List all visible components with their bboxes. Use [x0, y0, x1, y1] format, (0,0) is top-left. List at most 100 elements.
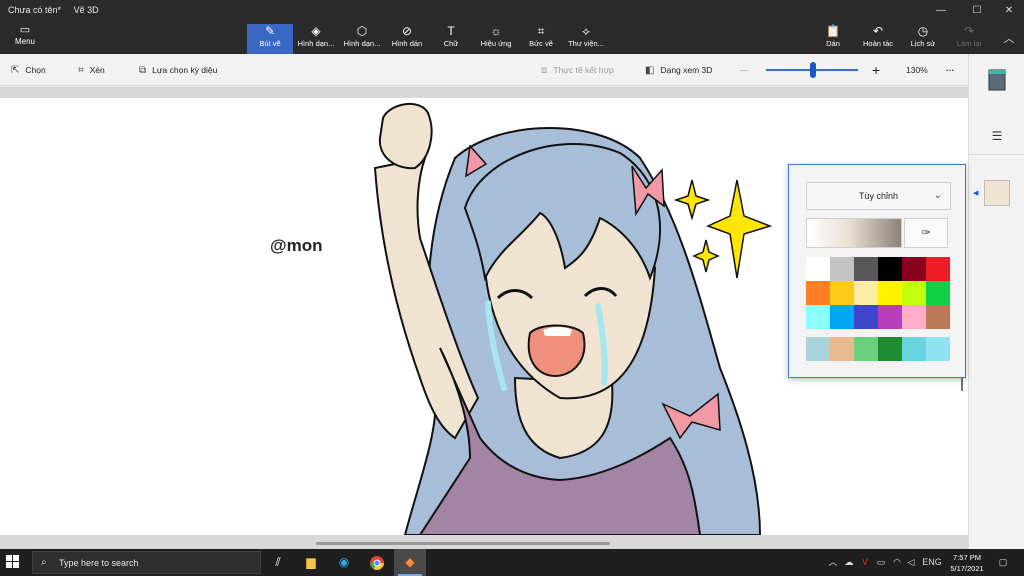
tool-text[interactable]: T Chữ	[428, 24, 474, 54]
notifications-icon[interactable]: ▢	[994, 549, 1012, 576]
sparkle-large	[706, 179, 773, 279]
app-tray-icon[interactable]: ▭	[874, 549, 888, 576]
clock-date: 5/17/2021	[950, 564, 984, 573]
maximize-button[interactable]: ☐	[962, 2, 992, 20]
palette-swatch[interactable]	[806, 281, 830, 305]
tool-label: Làm lại	[956, 39, 982, 48]
zoom-in-button[interactable]: +	[872, 54, 880, 86]
language-indicator[interactable]: ENG	[920, 549, 944, 576]
color-gradient-preview[interactable]	[806, 218, 902, 248]
palette-swatch[interactable]	[878, 257, 902, 281]
history-icon: ◷	[917, 24, 929, 38]
app-ribbon: Chưa có tên* Vẽ 3D — ☐ ✕ ▭ Menu ✎ Bút vẽ…	[0, 0, 1024, 54]
selected-color-swatch[interactable]	[984, 180, 1010, 206]
file-explorer-icon[interactable]: ▆	[295, 549, 327, 576]
palette-swatch[interactable]	[878, 281, 902, 305]
palette-swatch[interactable]	[902, 305, 926, 329]
chrome-icon[interactable]	[361, 549, 393, 576]
recent-color-swatch[interactable]	[878, 337, 902, 361]
sparkle-small-top	[673, 179, 711, 221]
palette-swatch[interactable]	[902, 257, 926, 281]
color-picker-popup: Tùy chỉnh ⌄ ✑	[788, 164, 966, 378]
palette-swatch[interactable]	[926, 257, 950, 281]
cloud-icon[interactable]: ☁	[842, 549, 856, 576]
crop-button[interactable]: ⌗ Xén	[78, 54, 105, 86]
close-button[interactable]: ✕	[994, 2, 1024, 20]
select-button[interactable]: ⇱ Chọn	[11, 54, 46, 86]
zoom-level: 130%	[906, 65, 928, 75]
settings-sliders-icon[interactable]: ☰	[983, 122, 1011, 150]
taskbar-search-box[interactable]: ⌕ Type here to search	[32, 551, 261, 574]
palette-swatch[interactable]	[830, 305, 854, 329]
tool-stickers[interactable]: ⊘ Hình dán	[384, 24, 430, 54]
zoom-out-button[interactable]: —	[740, 54, 749, 86]
zoom-slider-thumb[interactable]	[810, 62, 816, 78]
redo-button[interactable]: ↷ Làm lại	[946, 24, 992, 54]
select-label: Chọn	[25, 65, 46, 75]
palette-swatch[interactable]	[806, 305, 830, 329]
tool-label: Bức vẽ	[529, 39, 553, 48]
color-mode-dropdown[interactable]: Tùy chỉnh ⌄	[806, 182, 951, 210]
palette-swatch[interactable]	[806, 257, 830, 281]
volume-icon[interactable]: ◁	[904, 549, 918, 576]
more-options-button[interactable]: ···	[946, 54, 955, 86]
tray-chevron-icon[interactable]: ︿	[826, 549, 840, 576]
minimize-button[interactable]: —	[926, 2, 956, 20]
3d-view-button[interactable]: ◧ Dạng xem 3D	[645, 54, 712, 86]
menu-button[interactable]: ▭ Menu	[8, 24, 42, 50]
menu-label: Menu	[14, 37, 35, 46]
recent-color-swatch[interactable]	[902, 337, 926, 361]
edge-icon[interactable]: ◉	[328, 549, 360, 576]
tool-label: Lịch sử	[910, 39, 936, 48]
undo-icon: ↶	[872, 24, 884, 38]
2d-shapes-icon: ◈	[311, 24, 321, 38]
palette-swatch[interactable]	[878, 305, 902, 329]
secondary-toolbar: ⇱ Chọn ⌗ Xén ⧉ Lựa chọn kỳ diệu ⧈ Thực tế kế…	[0, 54, 968, 86]
tool-label: Chữ	[443, 39, 459, 48]
palette-swatch[interactable]	[854, 257, 878, 281]
palette-swatch[interactable]	[854, 305, 878, 329]
tool-3d-shapes[interactable]: ⬡ Hình dạn...	[339, 24, 385, 54]
mixed-reality-button[interactable]: ⧈ Thực tế kết hợp	[541, 54, 614, 86]
paint-3d-taskbar-icon[interactable]: ◆	[394, 549, 426, 576]
3d-library-icon: ⟡	[582, 24, 590, 38]
tool-2d-shapes[interactable]: ◈ Hình dạn...	[293, 24, 339, 54]
recent-color-swatch[interactable]	[854, 337, 878, 361]
palette-swatch[interactable]	[902, 281, 926, 305]
horizontal-scrollbar[interactable]	[316, 542, 610, 545]
collapse-ribbon-icon[interactable]: ︿	[994, 30, 1024, 48]
vietkey-icon[interactable]: V	[858, 549, 872, 576]
undo-button[interactable]: ↶ Hoàn tác	[855, 24, 901, 54]
recent-color-swatch[interactable]	[830, 337, 854, 361]
fist	[378, 103, 433, 170]
task-view-icon[interactable]: ⫽	[262, 549, 294, 576]
eyedropper-button[interactable]: ✑	[904, 218, 948, 248]
palette-swatch[interactable]	[926, 305, 950, 329]
palette-swatch[interactable]	[854, 281, 878, 305]
tool-canvas[interactable]: ⌗ Bức vẽ	[518, 24, 564, 54]
recent-color-swatch[interactable]	[926, 337, 950, 361]
system-clock[interactable]: 7:57 PM 5/17/2021	[946, 552, 988, 574]
network-icon[interactable]: ◠	[890, 549, 904, 576]
tool-effects[interactable]: ☼ Hiệu ứng	[473, 24, 519, 54]
magic-select-button[interactable]: ⧉ Lựa chọn kỳ diệu	[139, 54, 217, 86]
watermark-text: @mon	[270, 236, 322, 255]
windows-start-icon[interactable]	[6, 555, 20, 569]
tool-brushes[interactable]: ✎ Bút vẽ	[247, 24, 293, 54]
history-button[interactable]: ◷ Lịch sử	[900, 24, 946, 54]
paint-bucket-icon[interactable]	[983, 68, 1011, 96]
crop-label: Xén	[89, 65, 105, 75]
chevron-down-icon: ⌄	[933, 190, 942, 201]
recent-color-swatch[interactable]	[806, 337, 830, 361]
tool-label: Hình dán	[391, 39, 423, 48]
color-mode-label: Tùy chỉnh	[858, 191, 899, 201]
palette-swatch[interactable]	[830, 281, 854, 305]
text-icon: T	[447, 24, 455, 38]
window-title: Chưa có tên* Vẽ 3D	[8, 5, 109, 15]
palette-swatch[interactable]	[830, 257, 854, 281]
tool-3d-library[interactable]: ⟡ Thư viện...	[563, 24, 609, 54]
vertical-scrollbar[interactable]	[961, 377, 963, 391]
search-icon: ⌕	[41, 557, 47, 568]
paste-button[interactable]: 📋 Dán	[810, 24, 856, 54]
palette-swatch[interactable]	[926, 281, 950, 305]
